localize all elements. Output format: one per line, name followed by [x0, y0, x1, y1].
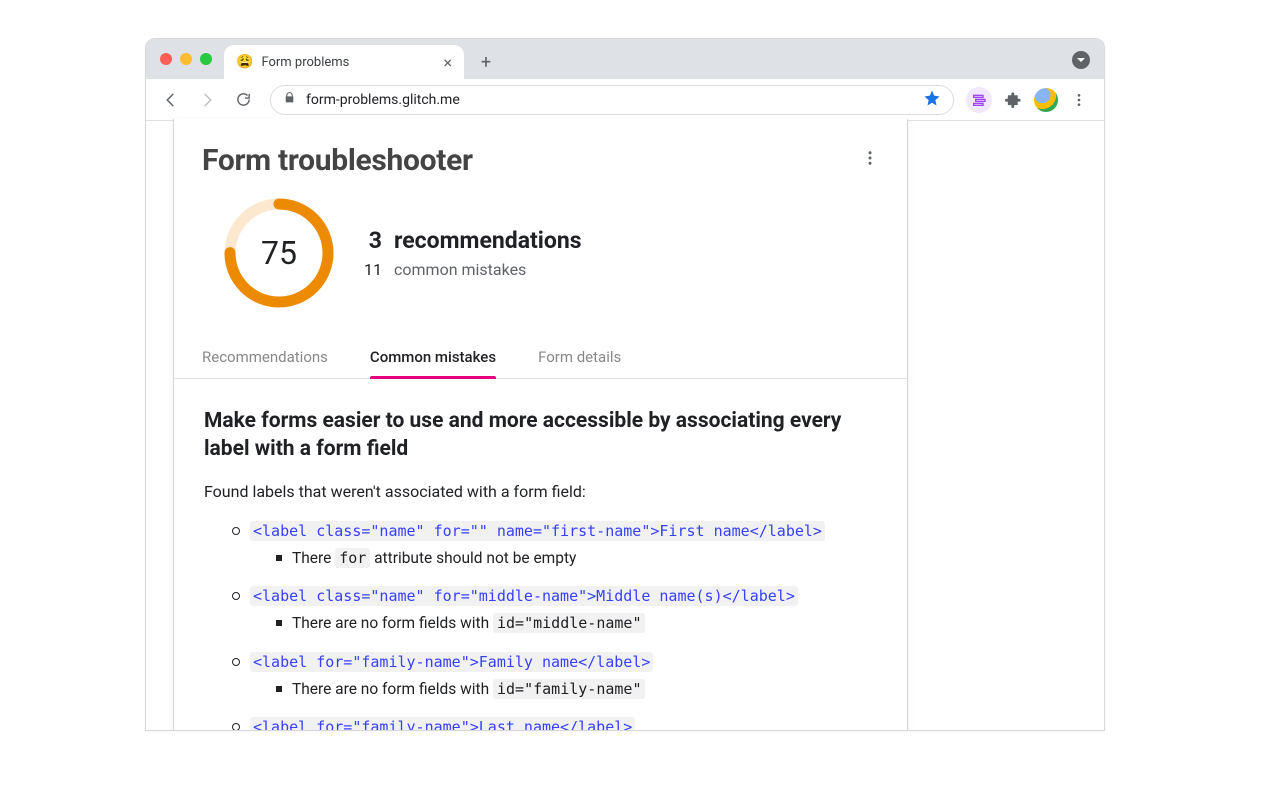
- address-bar[interactable]: form-problems.glitch.me: [270, 85, 954, 115]
- score-value: 75: [222, 196, 336, 310]
- browser-window: 😩 Form problems × + form-problems.glitch…: [145, 38, 1105, 731]
- panel-tab-common-mistakes[interactable]: Common mistakes: [370, 338, 496, 378]
- section-heading: Make forms easier to use and more access…: [204, 407, 877, 464]
- panel-tab-form-details[interactable]: Form details: [538, 338, 621, 378]
- issue-detail: There are no form fields with id="family…: [276, 677, 877, 701]
- issue-item: <label class="name" for="middle-name">Mi…: [232, 584, 877, 636]
- panel-tabs: Recommendations Common mistakes Form detai…: [174, 338, 907, 379]
- tab-favicon-icon: 😩: [236, 54, 253, 70]
- extensions-icon[interactable]: [998, 85, 1028, 115]
- window-zoom-dot[interactable]: [200, 53, 212, 65]
- score-ring: 75: [222, 196, 336, 310]
- panel-summary: 75 3 recommendations 11 common mistakes: [174, 178, 907, 328]
- tabstrip: 😩 Form problems × +: [146, 39, 1104, 79]
- recommendations-count: 3: [364, 227, 382, 254]
- issue-snippet: <label class="name" for="" name="first-n…: [250, 521, 825, 541]
- issue-item: <label for="family-name">Last name</labe…: [232, 715, 877, 731]
- window-menu-icon[interactable]: [1072, 51, 1090, 69]
- new-tab-button[interactable]: +: [472, 48, 500, 76]
- recommendations-label: recommendations: [394, 227, 582, 254]
- window-minimize-dot[interactable]: [180, 53, 192, 65]
- window-close-dot[interactable]: [160, 53, 172, 65]
- url-text: form-problems.glitch.me: [306, 92, 460, 108]
- issue-detail: There are no form fields with id="middle…: [276, 611, 877, 635]
- chrome-menu-icon[interactable]: [1064, 85, 1094, 115]
- issues-list: <label class="name" for="" name="first-n…: [204, 519, 877, 731]
- issue-snippet: <label class="name" for="middle-name">Mi…: [250, 586, 798, 606]
- tab-close-icon[interactable]: ×: [443, 53, 452, 72]
- traffic-lights: [156, 39, 218, 79]
- issue-snippet: <label for="family-name">Family name</la…: [250, 652, 653, 672]
- mistakes-count: 11: [364, 260, 382, 279]
- back-button[interactable]: [156, 85, 186, 115]
- lock-icon: [283, 91, 296, 108]
- mistakes-label: common mistakes: [394, 260, 526, 279]
- panel-stats: 3 recommendations 11 common mistakes: [364, 227, 582, 279]
- issue-item: <label class="name" for="" name="first-n…: [232, 519, 877, 571]
- panel-title: Form troubleshooter: [202, 143, 473, 178]
- panel-content: Make forms easier to use and more access…: [174, 379, 907, 731]
- bookmark-star-icon[interactable]: [923, 89, 941, 111]
- toolbar: form-problems.glitch.me: [146, 79, 1104, 121]
- extension-form-troubleshooter-icon[interactable]: [966, 87, 992, 113]
- section-intro: Found labels that weren't associated wit…: [204, 482, 877, 501]
- issue-snippet: <label for="family-name">Last name</labe…: [250, 717, 635, 731]
- panel-tab-recommendations[interactable]: Recommendations: [202, 338, 328, 378]
- forward-button[interactable]: [192, 85, 222, 115]
- issue-item: <label for="family-name">Family name</la…: [232, 650, 877, 702]
- tab-title: Form problems: [261, 55, 349, 70]
- profile-avatar[interactable]: [1034, 88, 1058, 112]
- panel-menu-icon[interactable]: [861, 143, 879, 171]
- reload-button[interactable]: [228, 85, 258, 115]
- form-troubleshooter-panel: Form troubleshooter 75 3 recommendations: [173, 119, 908, 731]
- browser-tab[interactable]: 😩 Form problems ×: [224, 45, 464, 79]
- issue-detail: There for attribute should not be empty: [276, 546, 877, 570]
